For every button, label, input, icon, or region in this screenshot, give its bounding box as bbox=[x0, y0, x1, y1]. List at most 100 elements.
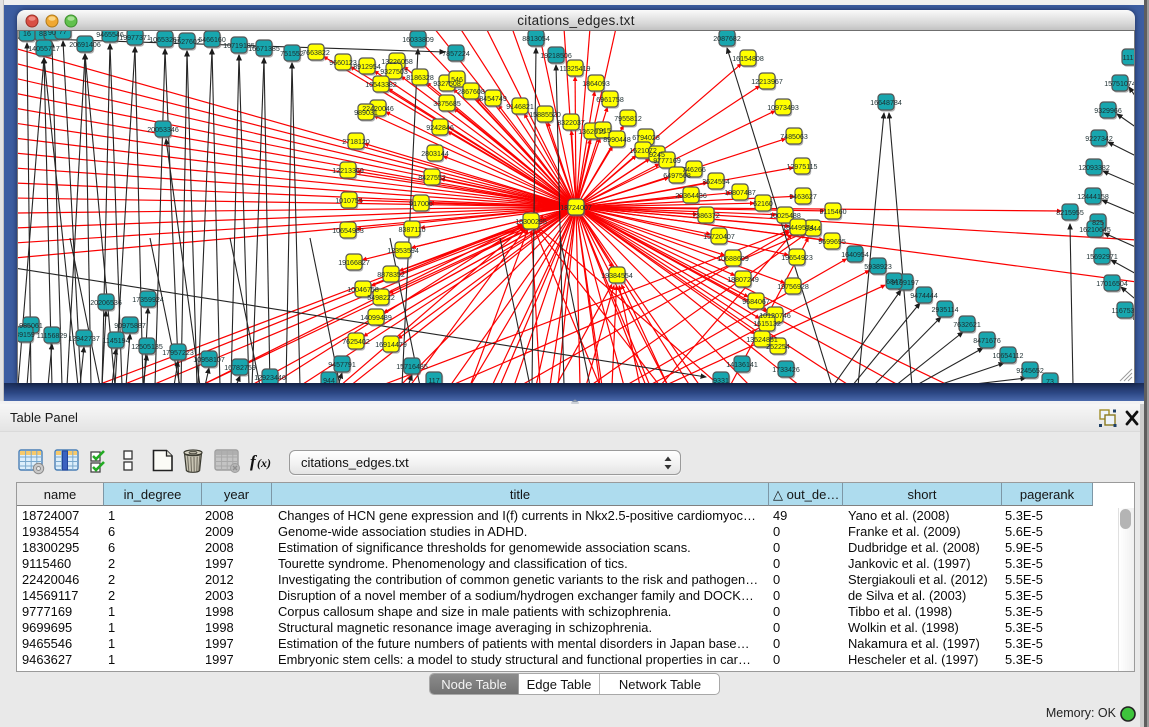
svg-text:7915: 7915 bbox=[595, 127, 611, 135]
svg-text:90: 90 bbox=[48, 31, 56, 37]
svg-text:1167533: 1167533 bbox=[1111, 307, 1135, 315]
svg-text:2718120: 2718120 bbox=[342, 138, 370, 146]
svg-text:2803144: 2803144 bbox=[421, 150, 449, 158]
svg-text:10807487: 10807487 bbox=[724, 189, 756, 197]
svg-text:12213369: 12213369 bbox=[332, 167, 364, 175]
svg-text:15692971: 15692971 bbox=[1086, 253, 1118, 261]
svg-text:1145194: 1145194 bbox=[102, 337, 129, 345]
svg-text:7625402: 7625402 bbox=[342, 338, 370, 346]
svg-text:20364436: 20364436 bbox=[675, 192, 707, 200]
svg-text:7857224: 7857224 bbox=[442, 50, 470, 58]
svg-text:9777169: 9777169 bbox=[653, 157, 681, 165]
svg-text:9245652: 9245652 bbox=[1016, 367, 1044, 375]
svg-text:6794028: 6794028 bbox=[632, 134, 660, 142]
svg-text:8878352: 8878352 bbox=[377, 271, 405, 279]
svg-text:10046758: 10046758 bbox=[347, 286, 379, 294]
svg-text:117: 117 bbox=[428, 377, 439, 383]
svg-text:8387110: 8387110 bbox=[398, 226, 425, 234]
svg-text:9474444: 9474444 bbox=[910, 292, 938, 300]
svg-text:9329966: 9329966 bbox=[1094, 107, 1122, 115]
svg-text:1640954: 1640954 bbox=[841, 251, 869, 259]
svg-text:12353594: 12353594 bbox=[387, 247, 419, 255]
svg-text:9327503: 9327503 bbox=[380, 68, 408, 76]
svg-text:17359924: 17359924 bbox=[132, 296, 164, 304]
svg-text:8912954: 8912954 bbox=[353, 63, 381, 71]
svg-text:7386372: 7386372 bbox=[692, 212, 720, 220]
svg-text:10688609: 10688609 bbox=[717, 255, 749, 263]
svg-text:1527602: 1527602 bbox=[173, 38, 201, 46]
svg-text:17016504: 17016504 bbox=[1096, 280, 1128, 288]
svg-text:16210645: 16210645 bbox=[1079, 226, 1111, 234]
svg-text:15751074: 15751074 bbox=[1104, 80, 1135, 88]
svg-text:17957223: 17957223 bbox=[162, 349, 194, 357]
svg-text:62160: 62160 bbox=[753, 200, 773, 208]
svg-text:16033809: 16033809 bbox=[402, 36, 434, 44]
svg-text:20206536: 20206536 bbox=[90, 299, 122, 307]
svg-text:3624554: 3624554 bbox=[702, 178, 730, 186]
svg-text:985061: 985061 bbox=[19, 322, 43, 330]
svg-text:746266: 746266 bbox=[682, 166, 706, 174]
svg-text:1010755: 1010755 bbox=[335, 197, 363, 205]
svg-text:9242846: 9242846 bbox=[426, 124, 454, 132]
svg-text:9227342: 9227342 bbox=[1085, 135, 1113, 143]
svg-text:8454749: 8454749 bbox=[479, 95, 507, 103]
svg-text:90975887: 90975887 bbox=[114, 322, 146, 330]
svg-text:15720407: 15720407 bbox=[703, 233, 735, 241]
svg-text:18449574: 18449574 bbox=[782, 224, 814, 232]
svg-text:39159: 39159 bbox=[17, 331, 35, 339]
svg-text:19654923: 19654923 bbox=[781, 254, 813, 262]
svg-text:9331: 9331 bbox=[713, 377, 729, 383]
svg-text:12975115: 12975115 bbox=[786, 163, 817, 171]
svg-text:11325419: 11325419 bbox=[559, 65, 590, 73]
svg-text:5938923: 5938923 bbox=[864, 263, 892, 271]
svg-text:14136141: 14136141 bbox=[726, 361, 758, 369]
svg-text:917006: 917006 bbox=[409, 200, 433, 208]
svg-text:9699695: 9699695 bbox=[818, 238, 846, 246]
svg-text:7663822: 7663822 bbox=[302, 49, 330, 57]
svg-text:2935114: 2935114 bbox=[931, 306, 958, 314]
svg-text:546: 546 bbox=[451, 76, 463, 84]
svg-text:8813054: 8813054 bbox=[522, 35, 550, 43]
svg-text:15716485: 15716485 bbox=[396, 363, 428, 371]
svg-text:8186328: 8186328 bbox=[406, 74, 434, 82]
svg-text:8215955: 8215955 bbox=[1056, 209, 1084, 217]
svg-text:1733426: 1733426 bbox=[772, 366, 800, 374]
svg-text:7955812: 7955812 bbox=[614, 115, 642, 123]
svg-text:751552: 751552 bbox=[280, 50, 304, 58]
svg-text:10973493: 10973493 bbox=[767, 104, 799, 112]
svg-text:7632621: 7632621 bbox=[953, 321, 981, 329]
svg-text:16648784: 16648784 bbox=[870, 99, 902, 107]
svg-text:10120746: 10120746 bbox=[759, 312, 791, 320]
svg-text:19977371: 19977371 bbox=[119, 34, 151, 42]
svg-text:8322037: 8322037 bbox=[557, 119, 585, 127]
svg-text:1615132: 1615132 bbox=[753, 320, 781, 328]
svg-text:16543382: 16543382 bbox=[365, 81, 397, 89]
svg-text:83: 83 bbox=[39, 31, 47, 38]
svg-text:13226058: 13226058 bbox=[381, 58, 413, 66]
svg-text:73: 73 bbox=[1046, 378, 1054, 383]
svg-text:9457791: 9457791 bbox=[328, 361, 356, 369]
svg-text:12444158: 12444158 bbox=[1077, 193, 1109, 201]
svg-text:16154808: 16154808 bbox=[732, 55, 764, 63]
svg-text:20691406: 20691406 bbox=[69, 41, 101, 49]
svg-text:16782759: 16782759 bbox=[224, 364, 256, 372]
svg-text:19166827: 19166827 bbox=[338, 259, 370, 267]
svg-text:11156829: 11156829 bbox=[37, 332, 68, 340]
svg-text:12213967: 12213967 bbox=[751, 78, 783, 86]
svg-text:14099489: 14099489 bbox=[360, 314, 392, 322]
svg-text:6466160: 6466160 bbox=[198, 36, 226, 44]
svg-text:18807249: 18807249 bbox=[727, 276, 759, 284]
svg-text:9463627: 9463627 bbox=[789, 193, 817, 201]
svg-text:3375685: 3375685 bbox=[433, 100, 461, 108]
svg-text:7485063: 7485063 bbox=[780, 133, 808, 141]
svg-text:6961758: 6961758 bbox=[596, 96, 624, 104]
svg-text:10654112: 10654112 bbox=[992, 352, 1023, 360]
svg-text:10025488: 10025488 bbox=[769, 212, 801, 220]
svg-text:19218506: 19218506 bbox=[540, 52, 572, 60]
svg-text:77: 77 bbox=[59, 31, 67, 36]
svg-text:1864093: 1864093 bbox=[582, 80, 610, 88]
svg-text:18300295: 18300295 bbox=[515, 218, 547, 226]
svg-text:12093382: 12093382 bbox=[1078, 164, 1110, 172]
svg-text:12505135: 12505135 bbox=[131, 343, 163, 351]
svg-text:9146821: 9146821 bbox=[506, 103, 534, 111]
